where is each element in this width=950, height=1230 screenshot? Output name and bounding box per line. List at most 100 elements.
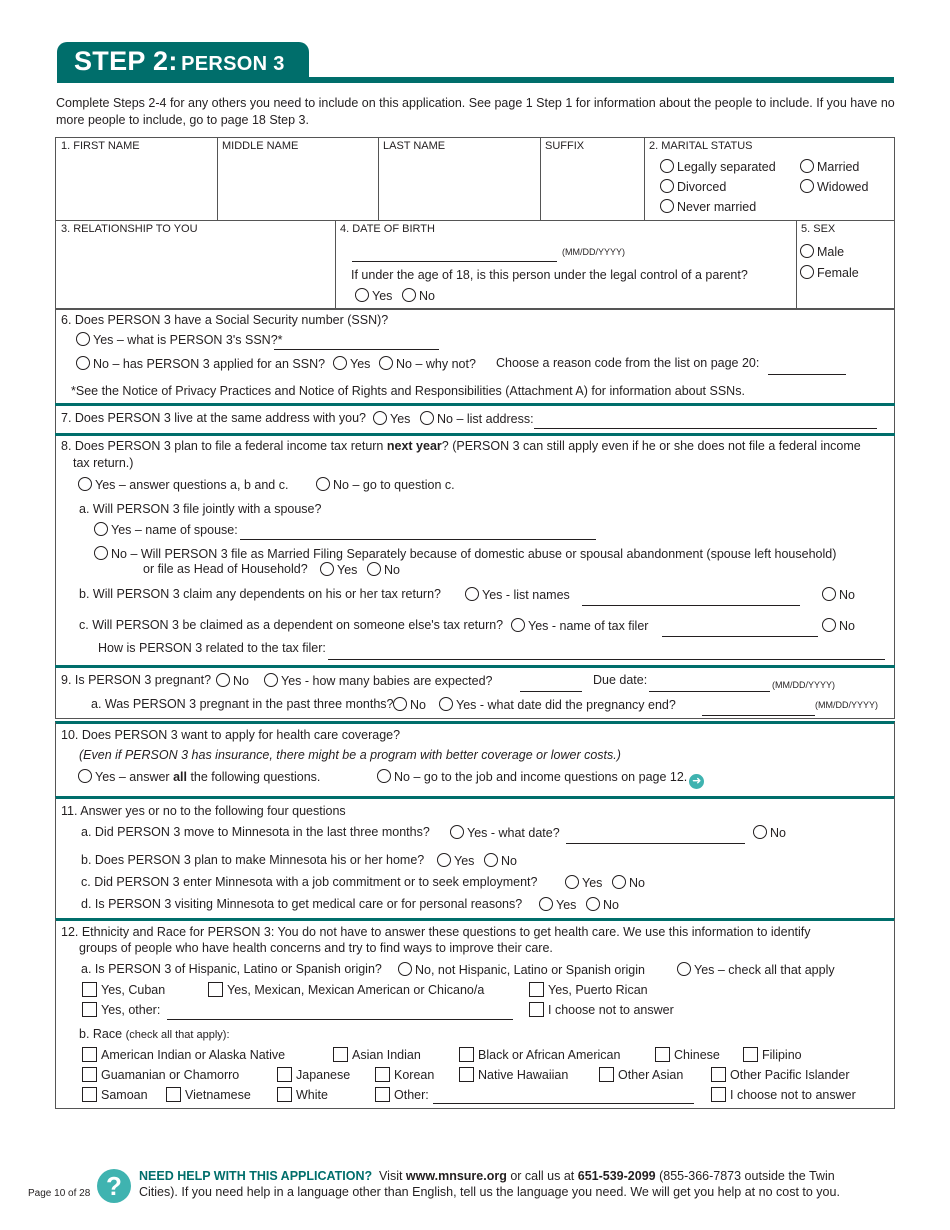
race-other-pacific-islander[interactable]: Other Pacific Islander [711, 1067, 850, 1082]
radio-icon[interactable] [264, 673, 278, 687]
q11d-no[interactable]: No [586, 897, 619, 912]
radio-icon[interactable] [660, 159, 674, 173]
race-no-answer[interactable]: I choose not to answer [711, 1087, 856, 1102]
radio-icon[interactable] [333, 356, 347, 370]
checkbox-icon[interactable] [599, 1067, 614, 1082]
radio-icon[interactable] [373, 411, 387, 425]
radio-icon[interactable] [367, 562, 381, 576]
first-name-field[interactable] [57, 156, 215, 218]
race-samoan[interactable]: Samoan [82, 1087, 148, 1102]
q11c-yes[interactable]: Yes [565, 875, 602, 890]
q6-applied-no[interactable]: No – why not? [379, 356, 476, 371]
sex-female[interactable]: Female [800, 265, 859, 280]
q9a-no[interactable]: No [393, 697, 426, 712]
babies-expected-field[interactable] [520, 691, 582, 692]
checkbox-icon[interactable] [711, 1067, 726, 1082]
checkbox-icon[interactable] [82, 1002, 97, 1017]
address-field[interactable] [534, 428, 877, 429]
checkbox-icon[interactable] [529, 982, 544, 997]
radio-icon[interactable] [539, 897, 553, 911]
radio-icon[interactable] [377, 769, 391, 783]
checkbox-icon[interactable] [208, 982, 223, 997]
radio-icon[interactable] [316, 477, 330, 491]
q8c-no[interactable]: No [822, 618, 855, 633]
race-other-field[interactable] [433, 1103, 694, 1104]
q12a-no[interactable]: No, not Hispanic, Latino or Spanish orig… [398, 962, 645, 977]
q11a-yes[interactable]: Yes - what date? [450, 825, 560, 840]
q6-no[interactable]: No – has PERSON 3 applied for an SSN? [76, 356, 325, 371]
race-japanese[interactable]: Japanese [277, 1067, 350, 1082]
checkbox-icon[interactable] [459, 1067, 474, 1082]
hispanic-other-field[interactable] [167, 1019, 513, 1020]
move-date-field[interactable] [566, 843, 745, 844]
marital-married[interactable]: Married [800, 159, 859, 174]
radio-icon[interactable] [420, 411, 434, 425]
checkbox-icon[interactable] [166, 1087, 181, 1102]
race-korean[interactable]: Korean [375, 1067, 434, 1082]
race-other[interactable]: Other: [375, 1087, 429, 1102]
radio-icon[interactable] [565, 875, 579, 889]
radio-icon[interactable] [439, 697, 453, 711]
legal-control-yes[interactable]: Yes [355, 288, 392, 303]
q11a-no[interactable]: No [753, 825, 786, 840]
hispanic-other[interactable]: Yes, other: [82, 1002, 160, 1017]
checkbox-icon[interactable] [333, 1047, 348, 1062]
q10-yes[interactable]: Yes – answer all the following questions… [78, 769, 320, 784]
q8a-yes[interactable]: Yes – name of spouse: [94, 522, 238, 537]
radio-icon[interactable] [753, 825, 767, 839]
race-native-hawaiian[interactable]: Native Hawaiian [459, 1067, 568, 1082]
radio-icon[interactable] [94, 546, 108, 560]
ssn-field[interactable] [274, 349, 439, 350]
radio-icon[interactable] [511, 618, 525, 632]
radio-icon[interactable] [800, 159, 814, 173]
marital-widowed[interactable]: Widowed [800, 179, 868, 194]
q8a-hoh-yes[interactable]: Yes [320, 562, 357, 577]
radio-icon[interactable] [398, 962, 412, 976]
checkbox-icon[interactable] [82, 1067, 97, 1082]
checkbox-icon[interactable] [743, 1047, 758, 1062]
checkbox-icon[interactable] [459, 1047, 474, 1062]
radio-icon[interactable] [586, 897, 600, 911]
middle-name-field[interactable] [219, 156, 376, 218]
race-american-indian[interactable]: American Indian or Alaska Native [82, 1047, 285, 1062]
checkbox-icon[interactable] [277, 1067, 292, 1082]
radio-icon[interactable] [660, 179, 674, 193]
q6-applied-yes[interactable]: Yes [333, 356, 370, 371]
q7-yes[interactable]: Yes [373, 411, 410, 426]
radio-icon[interactable] [402, 288, 416, 302]
q11d-yes[interactable]: Yes [539, 897, 576, 912]
relationship-field[interactable] [57, 240, 333, 307]
race-asian-indian[interactable]: Asian Indian [333, 1047, 421, 1062]
q8a-no[interactable]: No – Will PERSON 3 file as Married Filin… [94, 546, 836, 561]
q8a-hoh-no[interactable]: No [367, 562, 400, 577]
pregnancy-end-date-field[interactable] [702, 715, 815, 716]
q9-yes[interactable]: Yes - how many babies are expected? [264, 673, 492, 688]
race-chinese[interactable]: Chinese [655, 1047, 720, 1062]
hispanic-puerto-rican[interactable]: Yes, Puerto Rican [529, 982, 648, 997]
marital-divorced[interactable]: Divorced [660, 179, 726, 194]
radio-icon[interactable] [822, 587, 836, 601]
checkbox-icon[interactable] [277, 1087, 292, 1102]
radio-icon[interactable] [76, 356, 90, 370]
q10-no[interactable]: No – go to the job and income questions … [377, 769, 705, 789]
checkbox-icon[interactable] [375, 1067, 390, 1082]
radio-icon[interactable] [393, 697, 407, 711]
radio-icon[interactable] [800, 179, 814, 193]
radio-icon[interactable] [355, 288, 369, 302]
tax-filer-name-field[interactable] [662, 636, 818, 637]
hispanic-mexican[interactable]: Yes, Mexican, Mexican American or Chican… [208, 982, 484, 997]
radio-icon[interactable] [78, 769, 92, 783]
radio-icon[interactable] [612, 875, 626, 889]
q12a-yes[interactable]: Yes – check all that apply [677, 962, 835, 977]
radio-icon[interactable] [94, 522, 108, 536]
marital-never-married[interactable]: Never married [660, 199, 756, 214]
radio-icon[interactable] [484, 853, 498, 867]
radio-icon[interactable] [465, 587, 479, 601]
race-black[interactable]: Black or African American [459, 1047, 620, 1062]
dependents-names-field[interactable] [582, 605, 800, 606]
q8b-yes[interactable]: Yes - list names [465, 587, 570, 602]
radio-icon[interactable] [437, 853, 451, 867]
checkbox-icon[interactable] [82, 1087, 97, 1102]
radio-icon[interactable] [320, 562, 334, 576]
suffix-field[interactable] [542, 156, 642, 218]
